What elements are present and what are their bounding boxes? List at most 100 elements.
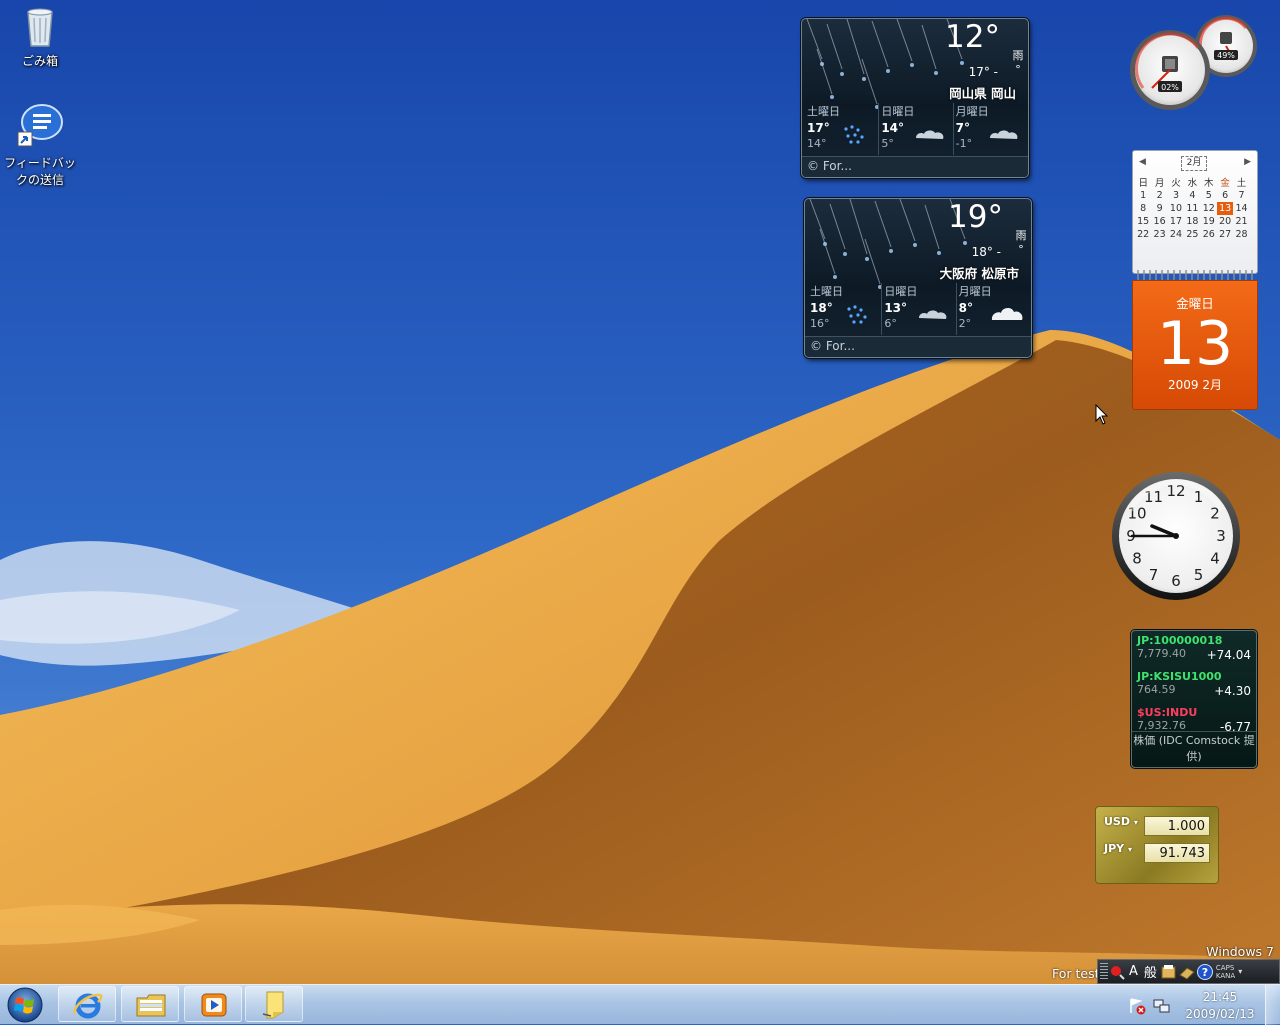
currency-to-value[interactable]: 91.743 [1144,843,1210,863]
show-desktop-button[interactable] [1265,985,1280,1025]
calendar-day[interactable]: 4 [1184,189,1200,202]
cloud-icon [915,130,944,139]
calendar-day[interactable]: 3 [1168,189,1184,202]
clock-numeral: 8 [1132,550,1142,568]
stocks-gadget[interactable]: JP:100000018 7,779.40 +74.04 JP:KSISU100… [1131,630,1257,768]
language-bar-grip[interactable] [1100,962,1108,981]
svg-text:?: ? [1202,966,1208,979]
desktop-icon-recycle-bin[interactable]: ごみ箱 [0,2,80,70]
calendar-day[interactable]: 17 [1168,215,1184,228]
calendar-day[interactable]: 26 [1201,228,1217,241]
weekday-label: 木 [1204,178,1214,189]
calendar-big-day: 13 [1156,309,1234,379]
cpu-gauge: 02% [1130,30,1210,110]
next-month-icon[interactable]: ▶ [1244,157,1251,167]
calendar-day[interactable]: 24 [1168,228,1184,241]
temperature-range: 17° - [968,65,998,79]
stocks-source-link[interactable]: 株価 (IDC Comstock 提供) [1132,731,1256,767]
weekday-label: 水 [1187,178,1198,189]
action-center-icon[interactable] [1128,997,1146,1015]
desktop-wallpaper[interactable] [0,0,1280,1024]
taskbar-clock-date[interactable]: 2009/02/13 [1182,1007,1258,1021]
condition-text: 雨 [1015,229,1027,242]
rain-icon [844,125,864,144]
desktop-icon-feedback[interactable]: フィードバックの送信 [0,102,80,189]
help-icon[interactable]: ? [1196,963,1214,981]
calendar-day[interactable]: 20 [1217,215,1233,228]
input-mode-button[interactable]: A [1129,964,1138,979]
weather-source-link[interactable]: © For... [805,336,1031,357]
ie-icon [73,993,103,1019]
chevron-down-icon: ▾ [1127,845,1132,854]
calendar-day[interactable]: 18 [1184,215,1200,228]
calendar-day[interactable]: 2 [1151,189,1167,202]
ime-pad-icon[interactable] [1108,963,1126,981]
prev-month-icon[interactable]: ◀ [1139,157,1146,167]
stock-row[interactable]: JP:100000018 7,779.40 +74.04 [1132,631,1256,667]
calendar-day[interactable]: 22 [1135,228,1151,241]
stock-row[interactable]: JP:KSISU1000 764.59 +4.30 [1132,667,1256,703]
calendar-day[interactable]: 5 [1201,189,1217,202]
current-temperature: 19° [948,199,1003,235]
calendar-day[interactable]: 9 [1151,202,1167,215]
calendar-day[interactable]: 14 [1233,202,1249,215]
current-temperature: 12° [945,19,1000,55]
calendar-day[interactable]: 15 [1135,215,1151,228]
taskbar-clock-time[interactable]: 21:45 [1182,990,1258,1004]
recycle-bin-icon [27,8,53,47]
weekday-label: 土 [1236,178,1247,189]
language-bar-options-icon[interactable]: ▾ [1238,967,1242,976]
forecast-day: 土曜日 18° 16° [808,283,881,335]
clock-numeral: 3 [1216,527,1226,545]
calendar-day[interactable]: 21 [1233,215,1249,228]
stock-change: +74.04 [1206,648,1251,662]
caps-kana-indicator: CAPS KANA [1216,964,1235,980]
desktop-icon-label: フィードバックの送信 [4,156,76,187]
calendar-day[interactable]: 16 [1151,215,1167,228]
dictionary-icon[interactable] [1160,963,1178,981]
taskbar-button-media-player[interactable] [184,986,242,1022]
currency-to-select[interactable]: JPY ▾ [1104,842,1132,855]
calendar-gadget[interactable]: ◀ 2月 ▶ 日 月 火 水 木 金 土 1 2 3 4 5 6 7 8 9 1… [1132,150,1258,410]
calendar-day[interactable]: 10 [1168,202,1184,215]
calendar-day[interactable]: 11 [1184,202,1200,215]
calendar-day[interactable]: 1 [1135,189,1151,202]
taskbar-button-explorer[interactable] [121,986,179,1022]
network-icon[interactable] [1152,997,1170,1015]
temperature-range: 18° - [971,245,1001,259]
forecast-days: 土曜日 17° 14° 日曜日 14° 5° 月曜日 7° -1° [805,103,1027,155]
weather-gadget-okayama[interactable]: 12° 雨 ° 17° - 岡山県 岡山 土曜日 17° 14° 日曜日 14°… [801,18,1029,178]
tools-icon[interactable] [1178,963,1196,981]
calendar-day[interactable]: 19 [1201,215,1217,228]
currency-from-select[interactable]: USD ▾ [1104,815,1138,828]
weather-source-link[interactable]: © For... [802,156,1028,177]
ime-mode-button[interactable]: 般 [1144,962,1157,981]
currency-gadget[interactable]: USD ▾ 1.000 JPY ▾ 91.743 [1095,806,1219,884]
currency-from-value[interactable]: 1.000 [1144,816,1210,836]
taskbar: 21:45 2009/02/13 [0,984,1280,1025]
forecast-days: 土曜日 18° 16° 日曜日 13° 6° 月曜日 8° 2° [808,283,1030,335]
calendar-day[interactable]: 28 [1233,228,1249,241]
test-watermark: For test [1052,966,1100,981]
calendar-day-today[interactable]: 13 [1216,202,1234,215]
cpu-meter-gadget[interactable]: 49% 02% [1128,8,1258,116]
clock-gadget[interactable]: 1234567891011 12 [1110,470,1242,602]
weather-gadget-matsubara[interactable]: 19° 雨 ° 18° - 大阪府 松原市 土曜日 18° 16° 日曜日 13… [804,198,1032,358]
degree-symbol: ° [1015,63,1021,76]
weather-condition: 雨 ° [1012,49,1024,77]
calendar-month-title[interactable]: 2月 [1181,156,1207,171]
calendar-day[interactable]: 6 [1217,189,1233,202]
taskbar-button-internet-explorer[interactable] [58,986,116,1022]
forecast-day: 土曜日 17° 14° [805,103,878,155]
calendar-day[interactable]: 8 [1135,202,1151,215]
taskbar-button-sticky-notes[interactable] [245,986,303,1022]
calendar-day-page[interactable]: 金曜日 13 2009 2月 [1132,280,1258,410]
calendar-day[interactable]: 23 [1151,228,1167,241]
start-button[interactable] [4,986,46,1024]
calendar-day[interactable]: 12 [1201,202,1217,215]
calendar-day[interactable]: 27 [1217,228,1233,241]
calendar-day[interactable]: 25 [1184,228,1200,241]
calendar-day[interactable]: 7 [1233,189,1249,202]
forecast-day: 月曜日 7° -1° [952,103,1027,155]
language-bar[interactable]: A 般 ? CAPS KANA ▾ [1097,959,1280,984]
